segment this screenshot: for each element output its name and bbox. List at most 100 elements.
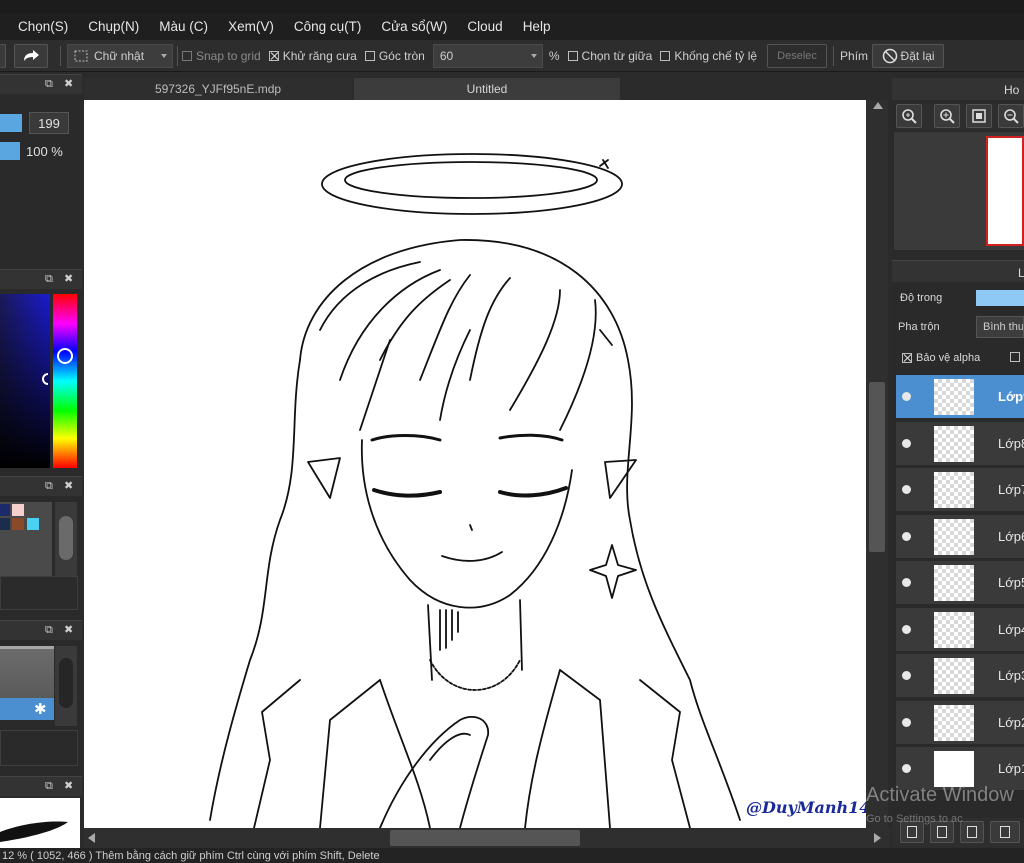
canvas-horizontal-scrollbar[interactable] <box>84 828 890 848</box>
layer-row[interactable]: Lớp2 <box>896 700 1024 745</box>
round-corner-checkbox[interactable]: Góc tròn <box>364 49 425 63</box>
popout-icon[interactable]: ⧉ <box>45 274 53 285</box>
scrollbar-thumb[interactable] <box>869 382 885 552</box>
layer-row[interactable]: Lớp4 <box>896 607 1024 652</box>
close-icon[interactable]: ✖ <box>64 781 73 792</box>
visibility-eye-icon[interactable] <box>902 578 911 587</box>
tool-list-selected-item[interactable]: ✱ <box>0 698 54 720</box>
swatch[interactable] <box>12 518 24 530</box>
navigator-viewport[interactable] <box>986 136 1024 246</box>
protect-alpha-checkbox[interactable]: Bảo vệ alpha <box>902 352 980 364</box>
layer-row[interactable]: Lớp6 <box>896 514 1024 559</box>
menu-bar: Chọn(S) Chụp(N) Màu (C) Xem(V) Công cụ(T… <box>0 13 1024 40</box>
redo-button[interactable] <box>14 43 48 68</box>
menu-color[interactable]: Màu (C) <box>159 19 208 34</box>
tab-document-1[interactable]: 597326_YJFf95nE.mdp <box>84 78 352 100</box>
swatch[interactable] <box>12 504 24 516</box>
layer-row[interactable]: Lớp5 <box>896 561 1024 605</box>
clipping-checkbox[interactable] <box>1010 352 1020 362</box>
visibility-eye-icon[interactable] <box>902 717 911 727</box>
scrollbar-thumb[interactable] <box>59 658 73 708</box>
hue-slider[interactable] <box>53 294 77 468</box>
layer-thumbnail <box>934 425 974 462</box>
scrollbar-thumb[interactable] <box>59 516 73 560</box>
toolbar-divider <box>60 45 61 66</box>
layer-name: Lớp6 <box>998 528 1024 544</box>
fit-window-button[interactable] <box>966 104 992 128</box>
tool-list-scrollbar[interactable] <box>55 646 77 726</box>
layer-row[interactable]: Lớp7 <box>896 468 1024 512</box>
close-icon[interactable]: ✖ <box>64 481 73 492</box>
swatch[interactable] <box>0 518 10 530</box>
menu-window[interactable]: Cửa sổ(W) <box>381 19 447 34</box>
brush-opacity-slider[interactable] <box>0 142 20 160</box>
scroll-up-icon[interactable] <box>873 102 883 109</box>
visibility-eye-icon[interactable] <box>902 485 911 494</box>
menu-help[interactable]: Help <box>523 19 551 34</box>
activate-windows-subtext: Go to Settings to ac <box>866 813 963 825</box>
hue-slider-handle[interactable] <box>57 348 73 364</box>
close-icon[interactable]: ✖ <box>64 79 73 90</box>
popout-icon[interactable]: ⧉ <box>45 781 53 792</box>
select-from-center-checkbox[interactable]: Chọn từ giữa <box>567 49 652 63</box>
round-corner-value-select[interactable]: 60 <box>432 43 543 68</box>
layer-name: Lớp7 <box>998 482 1024 497</box>
layer-thumbnail <box>934 565 974 601</box>
menu-select[interactable]: Chọn(S) <box>18 19 68 34</box>
scrollbar-thumb[interactable] <box>390 830 580 846</box>
layer-row[interactable]: Lớp8 <box>896 421 1024 466</box>
layer-thumbnail <box>934 704 974 741</box>
layer-row[interactable]: Lớp3 <box>896 654 1024 698</box>
popout-icon[interactable]: ⧉ <box>45 481 53 492</box>
canvas-vertical-scrollbar[interactable] <box>866 100 888 828</box>
scroll-left-icon[interactable] <box>88 833 95 843</box>
menu-capture[interactable]: Chụp(N) <box>88 19 139 34</box>
brush-size-slider[interactable] <box>0 114 22 132</box>
folder-icon <box>967 826 977 838</box>
deselect-button[interactable]: Deselec <box>767 43 828 68</box>
swatch-scrollbar[interactable] <box>55 502 77 576</box>
visibility-eye-icon[interactable] <box>902 671 911 680</box>
visibility-eye-icon[interactable] <box>902 624 911 634</box>
visibility-eye-icon[interactable] <box>902 531 911 541</box>
close-icon[interactable]: ✖ <box>64 274 73 285</box>
menu-tools[interactable]: Công cụ(T) <box>294 19 362 34</box>
line-art-drawing <box>209 153 741 828</box>
layer-menu-button[interactable] <box>990 821 1020 843</box>
selection-shape-select[interactable]: Chữ nhật <box>67 43 173 68</box>
menu-view[interactable]: Xem(V) <box>228 19 274 34</box>
tab-untitled[interactable]: Untitled <box>354 78 620 100</box>
scroll-right-icon[interactable] <box>874 833 881 843</box>
zoom-out-button[interactable] <box>998 104 1024 128</box>
blend-mode-select[interactable]: Bình thu <box>976 316 1024 338</box>
undo-button[interactable] <box>0 43 6 68</box>
layer-name: Lớp1 <box>998 761 1024 776</box>
reset-button[interactable]: Đặt lại <box>872 43 945 68</box>
popout-icon[interactable]: ⧉ <box>45 625 53 636</box>
color-picker-cursor <box>42 373 49 385</box>
layer-opacity-slider[interactable] <box>976 290 1024 306</box>
visibility-eye-icon[interactable] <box>902 764 911 773</box>
layer-row[interactable]: Lớp9 <box>896 375 1024 419</box>
antialias-checkbox[interactable]: Khử răng cưa <box>268 49 357 63</box>
layer-thumbnail <box>934 751 974 787</box>
visibility-eye-icon[interactable] <box>902 438 911 448</box>
navigator-toolbar <box>896 104 1024 130</box>
zoom-in-button[interactable] <box>896 104 922 128</box>
popout-icon[interactable]: ⧉ <box>45 79 53 90</box>
left-panel: ⧉ ✖ 199 100 % ⧉ ✖ ⧉ ✖ ⧉ ✖ ✱ ⧉ ✖ <box>0 74 82 863</box>
close-icon[interactable]: ✖ <box>64 625 73 636</box>
tool-list[interactable] <box>0 646 54 698</box>
menu-cloud[interactable]: Cloud <box>467 19 502 34</box>
navigator-preview[interactable] <box>894 132 1024 250</box>
swatch[interactable] <box>0 504 10 516</box>
snap-to-grid-checkbox[interactable]: Snap to grid <box>182 49 261 63</box>
swatch[interactable] <box>27 518 39 530</box>
visibility-eye-icon[interactable] <box>902 392 911 401</box>
zoom-fit-button[interactable] <box>934 104 960 128</box>
folder-layer-button[interactable] <box>960 821 984 843</box>
constrain-ratio-checkbox[interactable]: Khống chế tỷ lệ <box>660 49 757 63</box>
drawing-canvas[interactable]: @DuyManh14 <box>84 100 868 828</box>
gear-icon[interactable]: ✱ <box>34 700 47 718</box>
brush-size-value[interactable]: 199 <box>29 112 69 134</box>
